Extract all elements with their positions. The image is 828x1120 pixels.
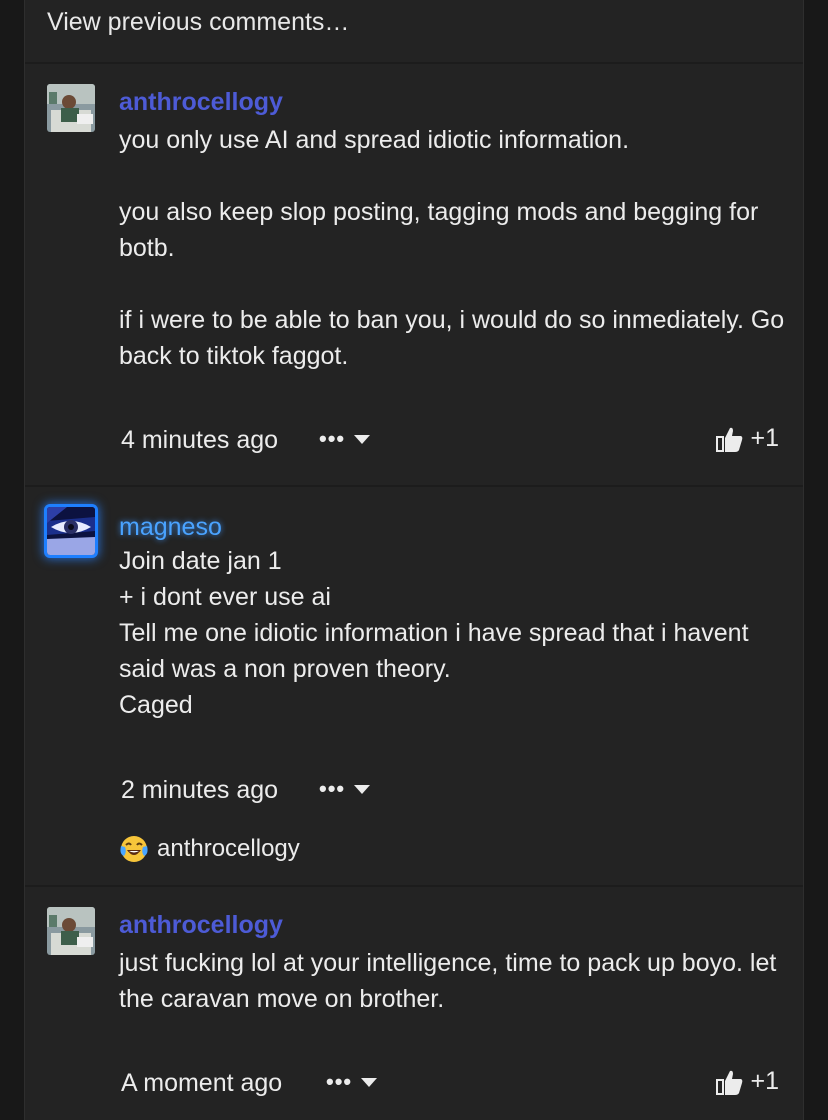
comment-paragraph: you also keep slop posting, tagging mods… bbox=[119, 198, 759, 262]
comment-timestamp: 4 minutes ago bbox=[121, 426, 279, 454]
comment-username[interactable]: anthrocellogy bbox=[119, 911, 283, 940]
avatar[interactable] bbox=[47, 907, 95, 955]
chevron-down-icon[interactable] bbox=[354, 785, 370, 794]
avatar[interactable] bbox=[47, 507, 95, 555]
like-button[interactable]: +1 bbox=[716, 424, 779, 453]
comment-timestamp: 2 minutes ago bbox=[121, 776, 279, 804]
chevron-down-icon[interactable] bbox=[354, 435, 370, 444]
comment-line: Tell me one idiotic information i have s… bbox=[119, 619, 749, 683]
thumbs-up-icon bbox=[716, 1070, 743, 1095]
comment-paragraph: if i were to be able to ban you, i would… bbox=[119, 306, 785, 370]
comment-body: just fucking lol at your intelligence, t… bbox=[119, 945, 789, 1017]
comment-1: anthrocellogy you only use AI and spread… bbox=[25, 64, 803, 484]
more-options-button[interactable]: ••• bbox=[319, 776, 345, 802]
chevron-down-icon[interactable] bbox=[361, 1078, 377, 1087]
reaction-username: anthrocellogy bbox=[157, 835, 300, 862]
comment-paragraph: you only use AI and spread idiotic infor… bbox=[119, 126, 630, 154]
comment-line: + i dont ever use ai bbox=[119, 583, 331, 611]
avatar[interactable] bbox=[47, 84, 95, 132]
comment-body: you only use AI and spread idiotic infor… bbox=[119, 122, 789, 374]
more-options-button[interactable]: ••• bbox=[319, 426, 345, 452]
comment-paragraph: just fucking lol at your intelligence, t… bbox=[119, 949, 777, 1013]
more-options-button[interactable]: ••• bbox=[326, 1069, 352, 1095]
view-previous-comments-link[interactable]: View previous comments… bbox=[47, 8, 349, 37]
reaction-chip[interactable]: anthrocellogy bbox=[119, 834, 300, 864]
comment-line: Join date jan 1 bbox=[119, 547, 282, 575]
comment-2: magneso Join date jan 1 + i dont ever us… bbox=[25, 487, 803, 885]
thumbs-up-icon bbox=[716, 427, 743, 452]
comment-line: Caged bbox=[119, 691, 193, 719]
like-button[interactable]: +1 bbox=[716, 1067, 779, 1096]
comment-username[interactable]: anthrocellogy bbox=[119, 88, 283, 117]
comment-username[interactable]: magneso bbox=[119, 513, 222, 542]
comments-panel: View previous comments… anthrocellogy yo… bbox=[24, 0, 804, 1120]
comment-timestamp: A moment ago bbox=[121, 1069, 283, 1097]
like-count: +1 bbox=[750, 424, 779, 452]
comment-3: anthrocellogy just fucking lol at your i… bbox=[25, 887, 803, 1120]
like-count: +1 bbox=[750, 1067, 779, 1095]
laughing-crying-emoji-icon bbox=[120, 836, 148, 862]
comment-body: Join date jan 1 + i dont ever use ai Tel… bbox=[119, 543, 789, 723]
